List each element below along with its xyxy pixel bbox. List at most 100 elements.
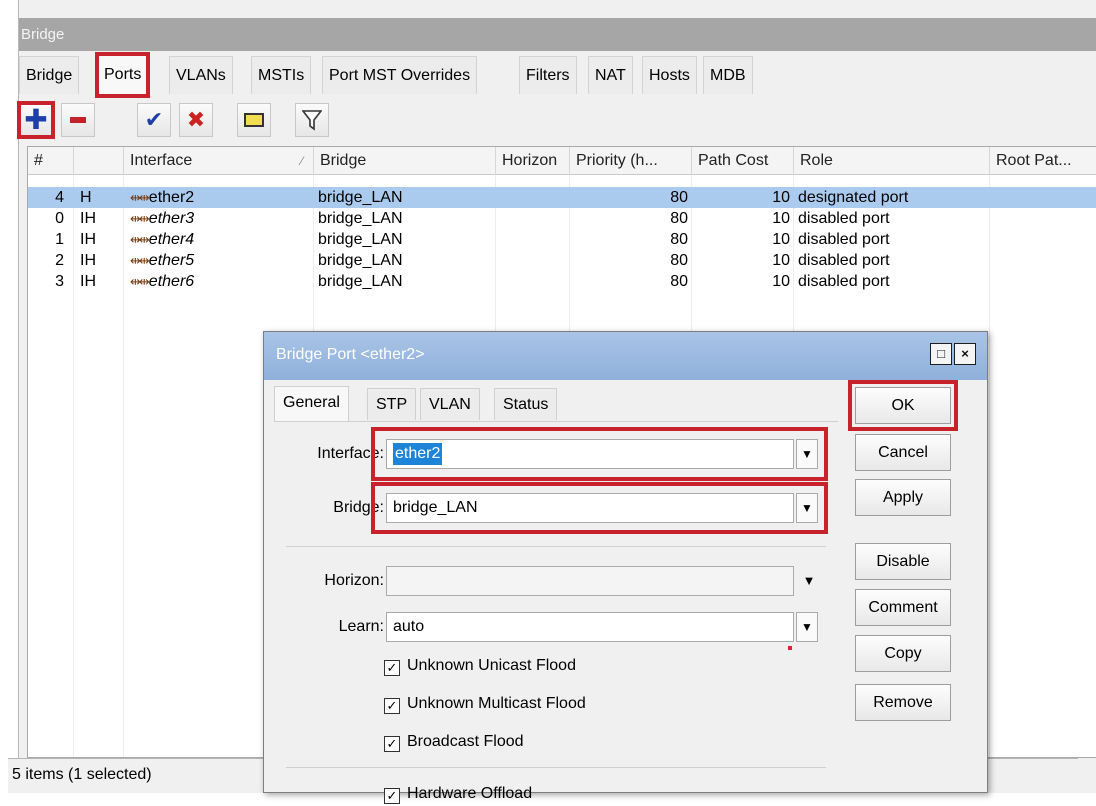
- general-panel: Interface: ether2 ▼ Bridge: bridge_LAN ▼…: [274, 421, 838, 804]
- row-number: 3: [55, 273, 64, 290]
- tab-port-mst-overrides[interactable]: Port MST Overrides: [322, 56, 478, 94]
- row-priority: 80: [670, 273, 688, 290]
- hardware-offload-checkbox[interactable]: ✓ Hardware Offload: [384, 782, 532, 806]
- tab-vlans[interactable]: VLANs: [169, 56, 233, 94]
- disable-button[interactable]: ✖: [179, 103, 213, 137]
- table-row[interactable]: 3 IH ⇹⇹ether6 bridge_LAN 80 10 disabled …: [28, 271, 1096, 292]
- filter-button[interactable]: [295, 103, 329, 137]
- tab-mstis[interactable]: MSTIs: [251, 56, 312, 94]
- toolbar: ✚ ✔ ✖: [17, 96, 1096, 146]
- row-interface-name: ether5: [148, 252, 195, 269]
- comment-button[interactable]: [237, 103, 271, 137]
- learn-dropdown[interactable]: ▼: [796, 612, 818, 642]
- table-row[interactable]: 0 IH ⇹⇹ether3 bridge_LAN 80 10 disabled …: [28, 208, 1096, 229]
- col-path-cost[interactable]: Path Cost: [692, 147, 794, 175]
- table-row[interactable]: 1 IH ⇹⇹ether4 bridge_LAN 80 10 disabled …: [28, 229, 1096, 250]
- checkbox-check-icon: ✓: [384, 698, 400, 714]
- tab-stp[interactable]: STP: [367, 388, 417, 420]
- row-interface-name: ether6: [148, 273, 195, 290]
- horizon-dropdown[interactable]: ▼: [798, 566, 820, 596]
- row-flags: H: [80, 189, 92, 206]
- close-button[interactable]: ×: [954, 343, 976, 365]
- port-icon: ⇹⇹: [130, 253, 150, 268]
- row-interface: ⇹⇹ether5: [130, 250, 310, 271]
- row-flags: IH: [80, 273, 96, 290]
- row-role: disabled port: [798, 231, 890, 248]
- checkbox-label: Unknown Multicast Flood: [407, 695, 586, 712]
- row-interface-name: ether3: [148, 210, 195, 227]
- window-title: Bridge: [19, 18, 1096, 51]
- remove-icon: [70, 117, 86, 123]
- row-path-cost: 10: [772, 231, 790, 248]
- row-priority: 80: [670, 210, 688, 227]
- port-icon: ⇹⇹: [130, 274, 150, 289]
- row-interface: ⇹⇹ether6: [130, 271, 310, 292]
- broadcast-flood-checkbox[interactable]: ✓ Broadcast Flood: [384, 730, 524, 754]
- dialog-title: Bridge Port <ether2>: [264, 332, 987, 380]
- row-role: disabled port: [798, 210, 890, 227]
- copy-button[interactable]: Copy: [855, 635, 951, 672]
- col-root-path[interactable]: Root Pat...: [990, 147, 1096, 175]
- row-interface-name: ether2: [148, 189, 195, 206]
- required-marker: [788, 646, 792, 650]
- tab-ports[interactable]: Ports: [94, 52, 151, 98]
- ok-highlight: [848, 380, 958, 431]
- row-role: disabled port: [798, 252, 890, 269]
- row-bridge: bridge_LAN: [318, 189, 403, 206]
- interface-highlight: [371, 427, 828, 481]
- row-bridge: bridge_LAN: [318, 231, 403, 248]
- row-number: 1: [55, 231, 64, 248]
- comment-icon: [244, 113, 264, 127]
- tab-status[interactable]: Status: [494, 388, 558, 420]
- add-icon: ✚: [24, 104, 48, 135]
- divider: [286, 767, 826, 768]
- table-row[interactable]: 2 IH ⇹⇹ether5 bridge_LAN 80 10 disabled …: [28, 250, 1096, 271]
- col-bridge[interactable]: Bridge: [314, 147, 496, 175]
- table-header: # Interface ⁄ Bridge Horizon Priority (h.…: [28, 147, 1096, 175]
- dropdown-arrow-icon: ▼: [801, 620, 813, 634]
- checkbox-check-icon: ✓: [384, 660, 400, 676]
- row-interface: ⇹⇹ether2: [130, 187, 310, 208]
- disable-button[interactable]: Disable: [855, 543, 951, 580]
- tab-filters[interactable]: Filters: [519, 56, 577, 94]
- tab-mdb[interactable]: MDB: [703, 56, 753, 94]
- col-priority[interactable]: Priority (h...: [570, 147, 692, 175]
- col-flags[interactable]: [74, 147, 124, 175]
- unknown-unicast-flood-checkbox[interactable]: ✓ Unknown Unicast Flood: [384, 654, 576, 678]
- comment-button[interactable]: Comment: [855, 589, 951, 626]
- tab-general[interactable]: General: [274, 386, 349, 422]
- col-interface[interactable]: Interface ⁄: [124, 147, 314, 175]
- remove-button[interactable]: [61, 103, 95, 137]
- enable-button[interactable]: ✔: [137, 103, 171, 137]
- bridge-port-dialog: Bridge Port <ether2> □ × General STP VLA…: [263, 331, 988, 804]
- horizon-field[interactable]: [386, 566, 794, 596]
- row-path-cost: 10: [772, 189, 790, 206]
- table-row[interactable]: 4 H ⇹⇹ether2 bridge_LAN 80 10 designated…: [28, 187, 1096, 208]
- cancel-button[interactable]: Cancel: [855, 434, 951, 471]
- unknown-multicast-flood-checkbox[interactable]: ✓ Unknown Multicast Flood: [384, 692, 586, 716]
- tab-hosts[interactable]: Hosts: [642, 56, 697, 94]
- dropdown-arrow-icon: ▼: [802, 573, 816, 588]
- row-priority: 80: [670, 231, 688, 248]
- row-role: designated port: [798, 189, 909, 206]
- col-number[interactable]: #: [28, 147, 74, 175]
- col-horizon[interactable]: Horizon: [496, 147, 570, 175]
- remove-button[interactable]: Remove: [855, 684, 951, 721]
- port-icon: ⇹⇹: [130, 211, 150, 226]
- learn-field[interactable]: auto: [386, 612, 794, 642]
- tab-vlan[interactable]: VLAN: [420, 388, 480, 420]
- row-bridge: bridge_LAN: [318, 252, 403, 269]
- add-button[interactable]: ✚: [17, 101, 55, 139]
- col-role[interactable]: Role: [794, 147, 990, 175]
- horizon-label: Horizon:: [324, 572, 384, 589]
- tab-bridge[interactable]: Bridge: [19, 56, 80, 94]
- row-horizon: [496, 250, 570, 271]
- apply-button[interactable]: Apply: [855, 479, 951, 516]
- row-flags: IH: [80, 231, 96, 248]
- tab-nat[interactable]: NAT: [588, 56, 633, 94]
- tab-bar: Bridge Ports VLANs MSTIs Port MST Overri…: [19, 52, 1096, 98]
- restore-button[interactable]: □: [930, 343, 952, 365]
- row-flags: IH: [80, 210, 96, 227]
- learn-label: Learn:: [338, 618, 384, 635]
- row-number: 0: [55, 210, 64, 227]
